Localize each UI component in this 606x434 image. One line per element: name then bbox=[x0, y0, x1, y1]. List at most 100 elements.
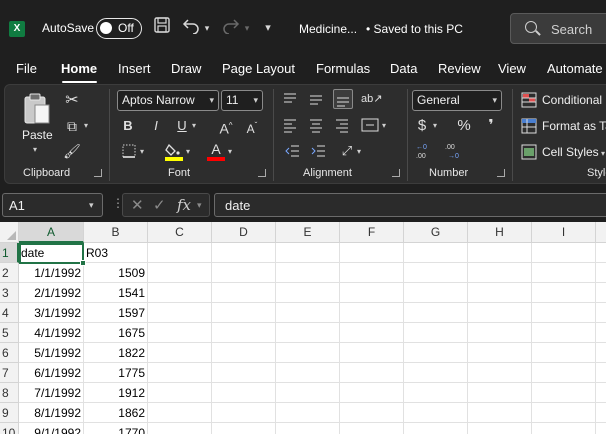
name-box[interactable]: A1 ▾ bbox=[2, 193, 103, 217]
cell[interactable] bbox=[404, 423, 468, 434]
comma-style-button[interactable]: ❜ bbox=[485, 117, 497, 135]
cell[interactable] bbox=[212, 323, 276, 343]
paste-label[interactable]: Paste bbox=[22, 128, 53, 142]
cell[interactable] bbox=[532, 383, 596, 403]
cell-a5[interactable]: 4/1/1992 bbox=[19, 323, 84, 343]
cell[interactable] bbox=[148, 363, 212, 383]
align-bottom-icon[interactable] bbox=[333, 89, 353, 109]
cell-a7[interactable]: 6/1/1992 bbox=[19, 363, 84, 383]
conditional-formatting-button[interactable]: Conditional bbox=[542, 93, 602, 107]
undo-icon[interactable] bbox=[182, 16, 200, 40]
cell[interactable] bbox=[276, 243, 340, 263]
cell[interactable] bbox=[212, 243, 276, 263]
merge-dropdown-icon[interactable]: ▾ bbox=[382, 121, 386, 130]
column-header-j[interactable] bbox=[596, 222, 606, 243]
cell[interactable] bbox=[404, 403, 468, 423]
fill-color-dropdown-icon[interactable]: ▾ bbox=[186, 147, 190, 156]
cell[interactable] bbox=[340, 423, 404, 434]
cell[interactable] bbox=[276, 323, 340, 343]
row-header[interactable]: 1 bbox=[0, 243, 19, 263]
cell[interactable] bbox=[212, 363, 276, 383]
align-right-icon[interactable] bbox=[334, 117, 350, 133]
number-format-select[interactable]: General ▾ bbox=[412, 90, 502, 111]
align-top-icon[interactable] bbox=[282, 91, 298, 107]
cell-a6[interactable]: 5/1/1992 bbox=[19, 343, 84, 363]
alignment-launcher-icon[interactable] bbox=[392, 169, 400, 177]
cell-b2[interactable]: 1509 bbox=[84, 263, 148, 283]
font-size-select[interactable]: 11 ▾ bbox=[221, 90, 263, 111]
font-color-dropdown-icon[interactable]: ▾ bbox=[228, 147, 232, 156]
text-direction-dropdown-icon[interactable]: ▾ bbox=[357, 147, 361, 156]
cell[interactable] bbox=[596, 323, 606, 343]
cell[interactable] bbox=[148, 323, 212, 343]
percent-button[interactable]: % bbox=[455, 117, 473, 135]
column-header-a[interactable]: A bbox=[19, 222, 84, 243]
tab-view[interactable]: View bbox=[498, 61, 526, 76]
cell[interactable] bbox=[596, 343, 606, 363]
worksheet-grid[interactable]: A B C D E F G H I 1 date R03 2 1/1/1992 1509 3… bbox=[0, 222, 606, 434]
cell-b9[interactable]: 1862 bbox=[84, 403, 148, 423]
cell-b3[interactable]: 1541 bbox=[84, 283, 148, 303]
cell[interactable] bbox=[148, 383, 212, 403]
copy-icon[interactable]: ⧉ bbox=[63, 117, 81, 135]
tab-formulas[interactable]: Formulas bbox=[316, 61, 370, 76]
cell[interactable] bbox=[532, 303, 596, 323]
increase-font-size-button[interactable]: A^ bbox=[219, 117, 233, 137]
increase-indent-icon[interactable] bbox=[311, 143, 327, 159]
fill-color-icon[interactable] bbox=[165, 141, 183, 161]
cell[interactable] bbox=[212, 303, 276, 323]
cell[interactable] bbox=[276, 423, 340, 434]
cell[interactable] bbox=[276, 363, 340, 383]
tab-page-layout[interactable]: Page Layout bbox=[222, 61, 295, 76]
cell[interactable] bbox=[468, 243, 532, 263]
paste-dropdown-icon[interactable]: ▾ bbox=[33, 145, 37, 154]
format-painter-icon[interactable]: 🖌 bbox=[63, 142, 81, 160]
cell-b6[interactable]: 1822 bbox=[84, 343, 148, 363]
cell[interactable] bbox=[596, 263, 606, 283]
cell[interactable] bbox=[532, 423, 596, 434]
text-direction-icon[interactable]: ⤢ bbox=[339, 142, 355, 160]
row-header[interactable]: 10 bbox=[0, 423, 19, 434]
cell[interactable] bbox=[468, 363, 532, 383]
cell[interactable] bbox=[532, 403, 596, 423]
currency-button[interactable]: $ bbox=[415, 117, 429, 135]
cell-a2[interactable]: 1/1/1992 bbox=[19, 263, 84, 283]
cell[interactable] bbox=[404, 283, 468, 303]
cell[interactable] bbox=[340, 323, 404, 343]
font-color-icon[interactable]: A bbox=[207, 140, 225, 161]
cell-b10[interactable]: 1770 bbox=[84, 423, 148, 434]
save-icon[interactable] bbox=[152, 16, 172, 40]
column-header-b[interactable]: B bbox=[84, 222, 148, 243]
chevron-down-icon[interactable]: ▾ bbox=[89, 200, 94, 211]
tab-review[interactable]: Review bbox=[438, 61, 481, 76]
clipboard-launcher-icon[interactable] bbox=[94, 169, 102, 177]
cell[interactable] bbox=[596, 243, 606, 263]
decrease-font-size-button[interactable]: Aˇ bbox=[245, 117, 259, 136]
font-launcher-icon[interactable] bbox=[258, 169, 266, 177]
underline-dropdown-icon[interactable]: ▾ bbox=[192, 121, 196, 130]
cell-styles-button[interactable]: Cell Styles bbox=[542, 145, 599, 159]
select-all-button[interactable] bbox=[0, 222, 19, 243]
tab-automate[interactable]: Automate bbox=[547, 61, 603, 76]
cell-a8[interactable]: 7/1/1992 bbox=[19, 383, 84, 403]
cell[interactable] bbox=[532, 323, 596, 343]
cell[interactable] bbox=[340, 283, 404, 303]
orientation-icon[interactable]: ab↗ bbox=[361, 90, 382, 108]
tab-file[interactable]: File bbox=[16, 61, 37, 76]
row-header[interactable]: 8 bbox=[0, 383, 19, 403]
align-center-icon[interactable] bbox=[308, 117, 324, 133]
redo-icon[interactable] bbox=[222, 16, 240, 40]
cell-b4[interactable]: 1597 bbox=[84, 303, 148, 323]
cell[interactable] bbox=[340, 243, 404, 263]
customize-qat-icon[interactable]: ▾ bbox=[262, 16, 274, 40]
cell[interactable] bbox=[404, 263, 468, 283]
autosave-toggle[interactable]: Off bbox=[96, 18, 142, 39]
row-header[interactable]: 7 bbox=[0, 363, 19, 383]
fill-handle[interactable] bbox=[80, 260, 86, 266]
format-as-table-icon[interactable] bbox=[521, 118, 537, 134]
cell[interactable] bbox=[468, 383, 532, 403]
insert-function-icon[interactable]: fx bbox=[177, 196, 191, 214]
cell[interactable] bbox=[148, 263, 212, 283]
column-header-f[interactable]: F bbox=[340, 222, 404, 243]
increase-decimal-icon[interactable]: ←0.00 bbox=[415, 141, 433, 161]
